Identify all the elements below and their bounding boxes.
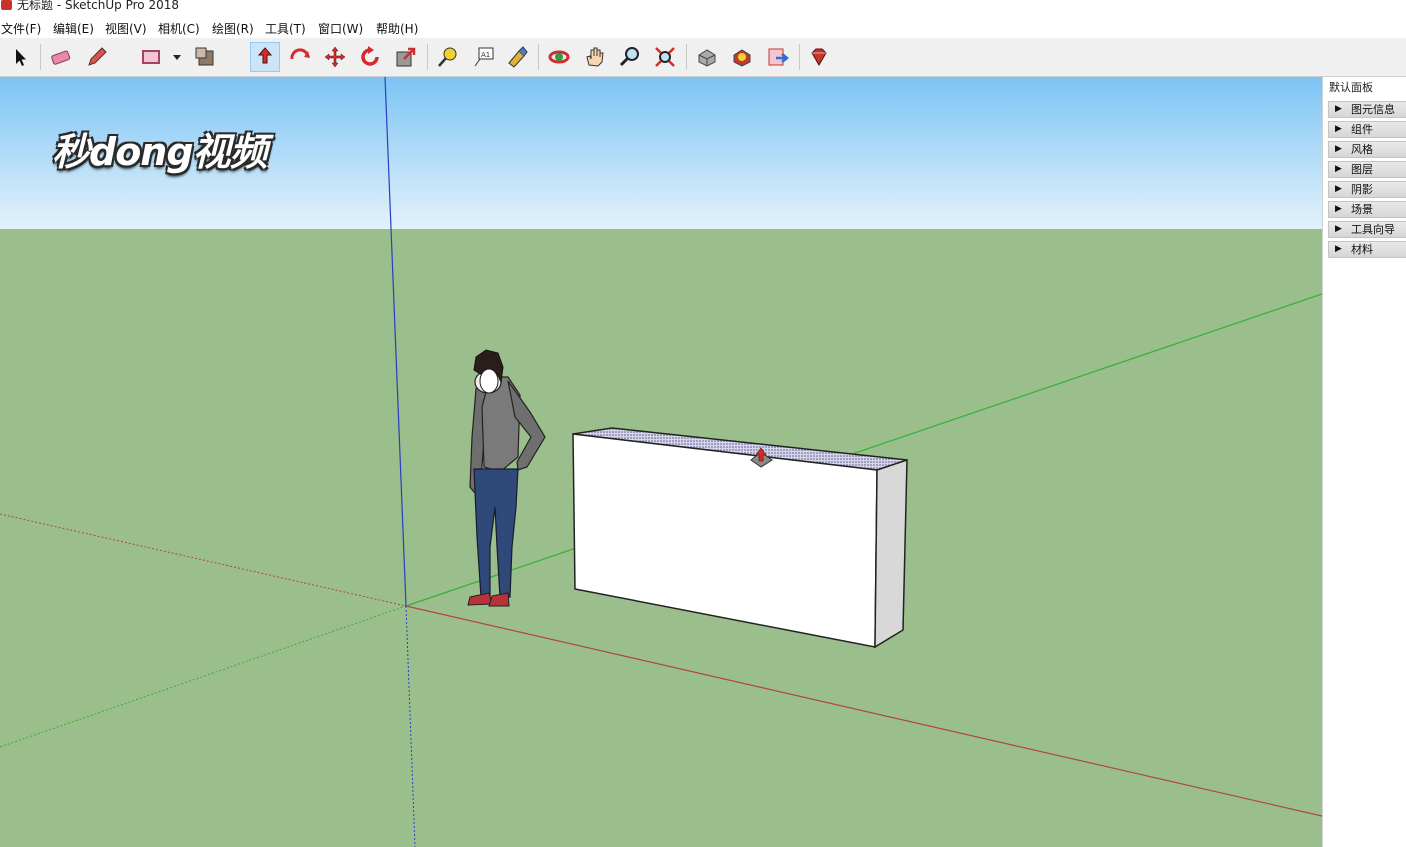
menu-draw[interactable]: 绘图(R) — [212, 20, 254, 37]
menu-bar: 文件(F) 编辑(E) 视图(V) 相机(C) 绘图(R) 工具(T) 窗口(W… — [0, 17, 1406, 38]
eraser-tool-icon[interactable] — [46, 42, 76, 72]
watermark-logo: 秒dong视频 — [52, 130, 268, 174]
tray-panel-instructor[interactable]: ▶ 工具向导 — [1328, 221, 1406, 238]
menu-tools[interactable]: 工具(T) — [265, 20, 306, 37]
pencil-tool-icon[interactable] — [82, 42, 112, 72]
zoom-extents-tool-icon[interactable] — [650, 42, 680, 72]
tray-panel-scenes[interactable]: ▶ 场景 — [1328, 201, 1406, 218]
menu-edit[interactable]: 编辑(E) — [53, 20, 94, 37]
expand-arrow-icon: ▶ — [1335, 244, 1342, 254]
menu-file[interactable]: 文件(F) — [1, 20, 41, 37]
3d-warehouse-icon[interactable] — [692, 42, 722, 72]
text-tool-icon[interactable]: A1 — [469, 42, 499, 72]
expand-arrow-icon: ▶ — [1335, 104, 1342, 114]
expand-arrow-icon: ▶ — [1335, 184, 1342, 194]
svg-text:A1: A1 — [481, 51, 490, 59]
select-tool-icon[interactable] — [5, 42, 35, 72]
paint-bucket-tool-icon[interactable] — [190, 42, 220, 72]
tape-measure-tool-icon[interactable] — [433, 42, 463, 72]
menu-help[interactable]: 帮助(H) — [376, 20, 418, 37]
tray-panel-layers[interactable]: ▶ 图层 — [1328, 161, 1406, 178]
move-tool-icon[interactable] — [320, 42, 350, 72]
orbit-tool-icon[interactable] — [544, 42, 574, 72]
push-pull-tool-icon[interactable] — [250, 42, 280, 72]
dropdown-arrow-icon[interactable] — [170, 42, 184, 72]
box-side-face — [874, 458, 908, 649]
expand-arrow-icon: ▶ — [1335, 124, 1342, 134]
title-bar: 无标题 - SketchUp Pro 2018 — [0, 0, 1406, 17]
menu-window[interactable]: 窗口(W) — [318, 20, 363, 37]
expand-arrow-icon: ▶ — [1335, 224, 1342, 234]
menu-camera[interactable]: 相机(C) — [158, 20, 200, 37]
scene-canvas[interactable] — [0, 77, 1322, 847]
pan-tool-icon[interactable] — [580, 42, 610, 72]
tray-panel-materials[interactable]: ▶ 材料 — [1328, 241, 1406, 258]
extension-warehouse-icon[interactable] — [727, 42, 757, 72]
ruby-console-icon[interactable] — [804, 42, 834, 72]
paint-tool-icon[interactable] — [502, 42, 532, 72]
main-toolbar: A1 — [0, 38, 1406, 77]
menu-view[interactable]: 视图(V) — [105, 20, 147, 37]
tray-panel-components[interactable]: ▶ 组件 — [1328, 121, 1406, 138]
zoom-tool-icon[interactable] — [615, 42, 645, 72]
expand-arrow-icon: ▶ — [1335, 204, 1342, 214]
tray-panel-shadows[interactable]: ▶ 阴影 — [1328, 181, 1406, 198]
tray-panel-entity-info[interactable]: ▶ 图元信息 — [1328, 101, 1406, 118]
share-model-icon[interactable] — [763, 42, 793, 72]
default-tray: 默认面板 ▶ 图元信息 ▶ 组件 ▶ 风格 ▶ 图层 ▶ 阴影 ▶ 场景 ▶ 工具向导 ▶ 材料 — [1322, 77, 1406, 847]
tray-panel-styles[interactable]: ▶ 风格 — [1328, 141, 1406, 158]
rotate-tool-icon[interactable] — [355, 42, 385, 72]
rectangle-tool-icon[interactable] — [136, 42, 166, 72]
sketchup-app-icon — [1, 0, 12, 10]
tray-title: 默认面板 — [1329, 81, 1373, 94]
expand-arrow-icon: ▶ — [1335, 144, 1342, 154]
expand-arrow-icon: ▶ — [1335, 164, 1342, 174]
window-title: 无标题 - SketchUp Pro 2018 — [17, 0, 179, 12]
model-viewport[interactable]: 秒dong视频 — [0, 77, 1322, 847]
follow-me-tool-icon[interactable] — [285, 42, 315, 72]
scale-tool-icon[interactable] — [391, 42, 421, 72]
